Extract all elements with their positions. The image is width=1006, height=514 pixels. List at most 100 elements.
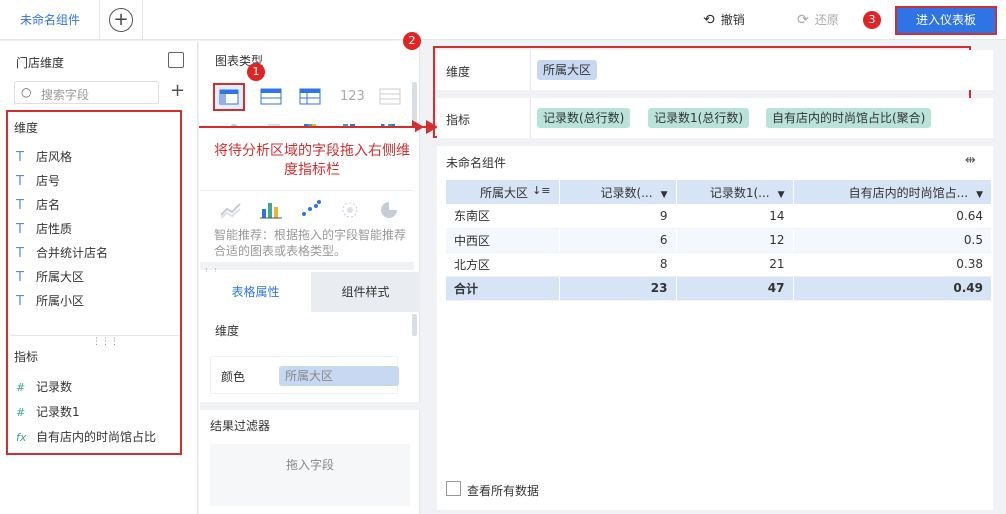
radar-chart-icon[interactable] — [337, 199, 363, 221]
dimension-field-item[interactable]: T 所属大区 — [16, 266, 84, 288]
measure-chip-record-count-1[interactable]: 记录数1(总行数) — [648, 108, 749, 128]
dimension-field-label: 店性质 — [36, 222, 73, 236]
dimension-field-item[interactable]: T 合并统计店名 — [16, 242, 108, 264]
column-header-count-1[interactable]: 记录数1(... ▼ — [676, 180, 794, 204]
properties-scrollbar[interactable] — [412, 314, 417, 336]
table-cell: 中西区 — [446, 228, 560, 253]
grouped-table-icon — [219, 89, 239, 105]
header-label: 所属大区 — [480, 185, 529, 200]
column-chart-icon[interactable] — [258, 199, 284, 221]
line-chart-icon[interactable] — [218, 199, 244, 221]
color-field-chip[interactable]: 所属大区 — [279, 366, 399, 386]
text-field-icon: T — [16, 246, 24, 261]
measure-field-item[interactable]: # 记录数1 — [16, 401, 80, 423]
measure-chip-fashion-ratio[interactable]: 自有店内的时尚馆占比(聚合) — [766, 108, 932, 128]
cross-table-icon[interactable] — [297, 86, 323, 108]
tab-table-properties[interactable]: 表格属性 — [200, 272, 311, 312]
redo-icon: ⟳ — [797, 12, 809, 28]
formula-field-icon: fx — [16, 431, 27, 444]
table-cell: 0.64 — [793, 204, 992, 229]
measure-chip-record-count[interactable]: 记录数(总行数) — [537, 108, 631, 128]
filter-drop-zone[interactable]: 拖入字段 — [210, 444, 410, 506]
table-cell: 8 — [559, 252, 677, 277]
dimension-heading: 维度 — [14, 121, 39, 135]
table-cell: 合计 — [446, 276, 560, 301]
measure-field-item[interactable]: fx 自有店内的时尚馆占比 — [16, 426, 156, 448]
panel-gap — [200, 262, 414, 270]
table-cell: 东南区 — [446, 204, 560, 229]
table-cell: 23 — [559, 276, 677, 301]
expand-icon[interactable]: ⇹ — [965, 153, 976, 168]
undo-button[interactable]: ⟲ 撤销 — [703, 12, 745, 28]
table-row: 东南区 9 14 0.64 — [446, 204, 992, 229]
text-field-icon: T — [16, 150, 24, 165]
column-header-region[interactable]: 所属大区 ↓≡ — [446, 180, 560, 204]
measure-field-item[interactable]: # 记录数 — [16, 376, 72, 398]
table-cell: 0.49 — [793, 276, 992, 301]
resize-handle[interactable]: ⋮⋮⋮ — [92, 337, 119, 347]
redo-button[interactable]: ⟳ 还原 — [797, 12, 839, 28]
dimension-field-item[interactable]: T 店名 — [16, 194, 60, 216]
redo-label: 还原 — [814, 13, 839, 27]
text-field-icon: T — [16, 222, 24, 237]
dataset-title: 门店维度 — [16, 56, 65, 70]
view-all-checkbox[interactable] — [446, 481, 461, 496]
dimension-field-item[interactable]: T 所属小区 — [16, 290, 84, 312]
add-field-button[interactable]: + — [170, 80, 185, 101]
sort-icon[interactable]: ↓≡ — [532, 184, 550, 197]
header-label: 自有店内的时尚馆占... — [848, 185, 969, 200]
color-label: 颜色 — [221, 370, 246, 384]
tab-component[interactable]: 未命名组件 — [0, 0, 100, 40]
column-header-count[interactable]: 记录数(... ▼ — [559, 180, 677, 204]
smart-recommend-text: 智能推荐：根据拖入的字段智能推荐合适的图表或表格类型。 — [214, 228, 407, 258]
search-icon: ○ — [21, 85, 32, 99]
dimension-chip[interactable]: 所属大区 — [537, 60, 598, 80]
measure-field-label: 自有店内的时尚馆占比 — [36, 430, 157, 444]
panel-gap-2 — [200, 402, 420, 410]
kpi-card-icon[interactable]: 123 — [340, 89, 365, 104]
undo-icon: ⟲ — [703, 12, 715, 28]
search-input[interactable]: 搜索字段 — [41, 86, 89, 103]
pie-chart-icon[interactable] — [376, 199, 402, 221]
add-tab-button[interactable]: + — [109, 8, 133, 32]
column-header-ratio[interactable]: 自有店内的时尚馆占... ▼ — [793, 180, 992, 204]
measure-heading: 指标 — [14, 350, 39, 364]
measure-field-label: 记录数1 — [36, 405, 80, 419]
annotation-text: 将待分析区域的字段拖入右侧维度指标栏 — [214, 143, 410, 178]
dimension-shelf-label: 维度 — [446, 65, 471, 79]
switch-dataset-icon[interactable] — [168, 52, 184, 68]
search-field[interactable]: ○ 搜索字段 — [14, 81, 159, 104]
dimension-field-label: 合并统计店名 — [36, 246, 109, 260]
tab-component-style[interactable]: 组件样式 — [311, 272, 420, 312]
table-total-row: 合计 23 47 0.49 — [446, 276, 992, 301]
top-bar — [0, 0, 1006, 40]
result-filter-label: 结果过滤器 — [210, 419, 271, 433]
dropdown-icon[interactable]: ▼ — [976, 190, 983, 200]
text-field-icon: T — [16, 198, 24, 213]
dimension-field-label: 店号 — [36, 174, 61, 188]
divider — [200, 190, 414, 191]
dropdown-icon[interactable]: ▼ — [778, 190, 785, 200]
dimension-field-item[interactable]: T 店号 — [16, 170, 60, 192]
undo-label: 撤销 — [720, 13, 745, 27]
chart-type-scrollbar[interactable] — [412, 82, 417, 124]
table-cell: 14 — [676, 204, 794, 229]
enter-dashboard-button[interactable]: 进入仪表板 — [895, 6, 997, 35]
table-cell: 北方区 — [446, 252, 560, 277]
detail-table-icon[interactable] — [258, 86, 284, 108]
chart-type-grouped-table[interactable] — [213, 83, 245, 111]
dimension-field-item[interactable]: T 店风格 — [16, 146, 72, 168]
shelf-divider-2 — [530, 98, 531, 138]
table-cell: 0.38 — [793, 252, 992, 277]
table-row: 中西区 6 12 0.5 — [446, 228, 992, 253]
scatter-chart-icon[interactable] — [298, 199, 324, 221]
dimension-field-label: 店风格 — [36, 150, 73, 164]
dimension-shelf[interactable] — [437, 50, 993, 90]
text-field-icon: T — [16, 270, 24, 285]
dimension-field-item[interactable]: T 店性质 — [16, 218, 72, 240]
list-table-icon[interactable] — [377, 86, 403, 108]
measure-field-label: 记录数 — [36, 380, 73, 394]
table-cell: 9 — [559, 204, 677, 229]
dropdown-icon[interactable]: ▼ — [661, 190, 668, 200]
dimension-field-label: 所属小区 — [36, 294, 85, 308]
